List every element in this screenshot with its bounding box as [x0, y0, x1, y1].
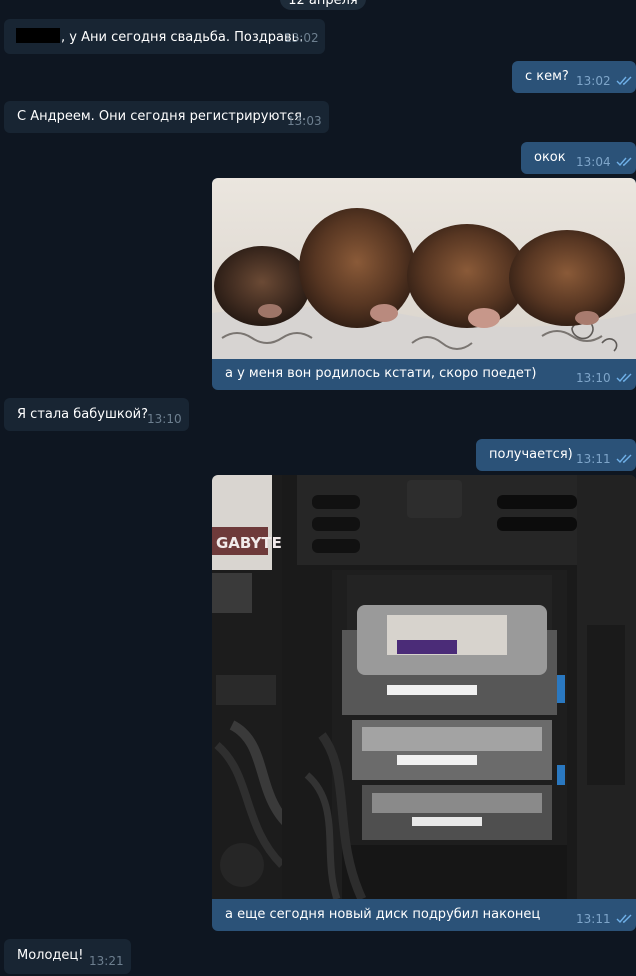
- message-time: 13:02: [284, 31, 319, 45]
- message-outgoing-photo[interactable]: GABYTE а еще сегодня новый диск подрубил…: [212, 475, 636, 931]
- pc-case-image: GABYTE: [212, 475, 636, 899]
- message-time: 13:10: [147, 412, 182, 426]
- read-ticks-icon: [616, 373, 632, 383]
- message-text: , у Ани сегодня свадьба. Поздравь.: [16, 28, 303, 45]
- date-label: 12 апреля: [288, 0, 358, 8]
- message-time: 13:11: [576, 912, 611, 926]
- message-outgoing-photo[interactable]: а у меня вон родилось кстати, скоро поед…: [212, 178, 636, 390]
- message-time: 13:02: [576, 74, 611, 88]
- message-incoming[interactable]: Молодец! 13:21: [4, 939, 131, 974]
- message-text: получается): [489, 447, 573, 462]
- message-incoming[interactable]: , у Ани сегодня свадьба. Поздравь. 13:02: [4, 19, 325, 54]
- message-time: 13:03: [287, 114, 322, 128]
- message-incoming[interactable]: С Андреем. Они сегодня регистрируются. 1…: [4, 101, 329, 133]
- date-separator: 12 апреля: [280, 0, 366, 10]
- redacted-name: [16, 28, 60, 43]
- message-text: окок: [534, 150, 566, 165]
- message-outgoing[interactable]: с кем? 13:02: [512, 61, 636, 93]
- read-ticks-icon: [616, 76, 632, 86]
- kittens-image: [212, 178, 636, 359]
- message-text: с кем?: [525, 69, 569, 84]
- message-time: 13:21: [89, 954, 124, 968]
- read-ticks-icon: [616, 454, 632, 464]
- message-text: Я стала бабушкой?: [17, 407, 149, 422]
- message-text: С Андреем. Они сегодня регистрируются.: [17, 109, 307, 124]
- message-outgoing[interactable]: получается) 13:11: [476, 439, 636, 471]
- gigabyte-box-label: GABYTE: [216, 534, 282, 552]
- message-time: 13:04: [576, 155, 611, 169]
- message-text: Молодец!: [17, 948, 84, 963]
- read-ticks-icon: [616, 157, 632, 167]
- message-time: 13:10: [576, 371, 611, 385]
- message-time: 13:11: [576, 452, 611, 466]
- photo-caption: а у меня вон родилось кстати, скоро поед…: [225, 366, 537, 381]
- chat-history: 12 апреля , у Ани сегодня свадьба. Поздр…: [0, 0, 636, 976]
- photo-pc-case[interactable]: GABYTE: [212, 475, 636, 899]
- read-ticks-icon: [616, 914, 632, 924]
- message-incoming[interactable]: Я стала бабушкой? 13:10: [4, 398, 189, 431]
- message-outgoing[interactable]: окок 13:04: [521, 142, 636, 174]
- photo-kittens[interactable]: [212, 178, 636, 359]
- photo-caption: а еще сегодня новый диск подрубил наконе…: [225, 907, 541, 922]
